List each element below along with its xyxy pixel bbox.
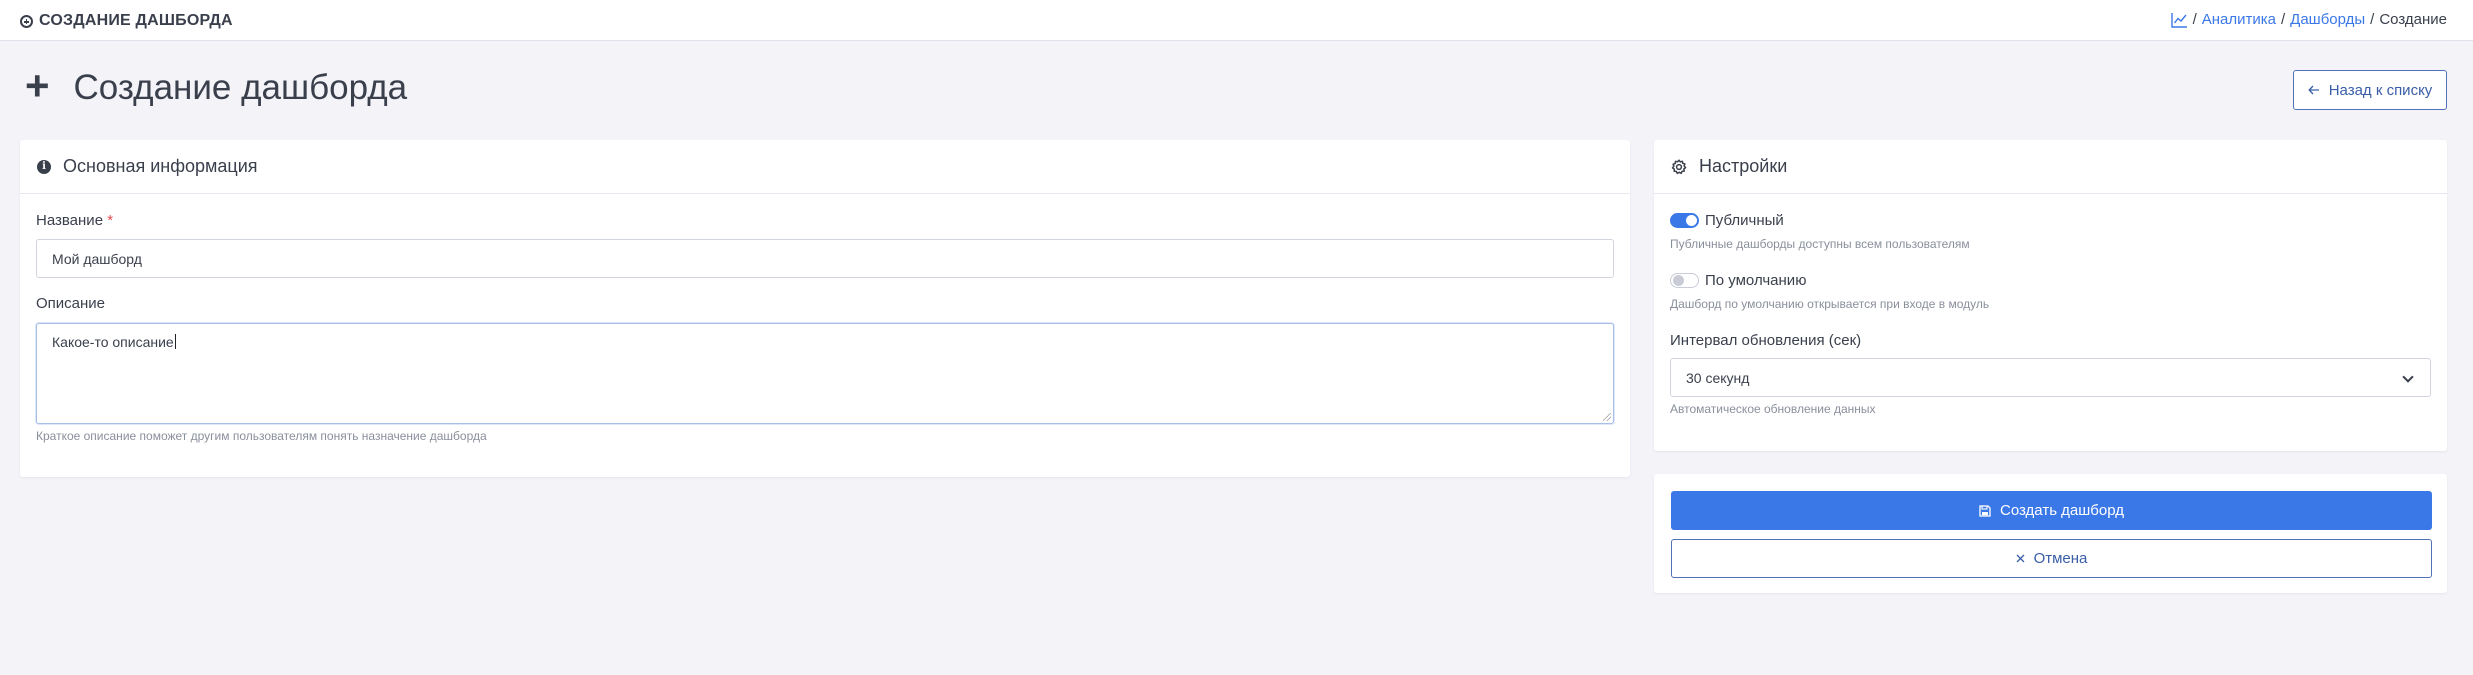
close-icon <box>2016 554 2025 563</box>
public-label: Публичный <box>1705 212 1784 229</box>
interval-label: Интервал обновления (сек) <box>1670 332 1862 349</box>
basic-info-header: i Основная информация <box>20 140 1630 194</box>
basic-info-card: i Основная информация Название * Мой даш… <box>20 140 1630 477</box>
resize-handle[interactable] <box>1603 413 1611 421</box>
basic-info-title: Основная информация <box>63 156 258 176</box>
toggle-knob <box>1673 275 1684 286</box>
description-label: Описание <box>36 295 106 312</box>
interval-select-value: 30 секунд <box>1686 369 1750 386</box>
required-mark: * <box>107 212 114 229</box>
breadcrumb-separator: / <box>2192 11 2197 28</box>
breadcrumb-link-analytics[interactable]: Аналитика <box>2202 11 2276 28</box>
save-icon <box>1979 504 1991 517</box>
chart-line-icon[interactable] <box>2170 12 2188 28</box>
text-caret <box>174 334 176 349</box>
cancel-button[interactable]: Отмена <box>1671 539 2432 578</box>
description-help: Краткое описание поможет другим пользова… <box>36 429 487 443</box>
interval-help: Автоматическое обновление данных <box>1670 402 1876 416</box>
public-help: Публичные дашборды доступны всем пользов… <box>1670 237 1970 251</box>
cancel-button-label: Отмена <box>2033 550 2088 567</box>
page-title: Создание дашборда <box>73 68 408 107</box>
toggle-knob <box>1686 215 1697 226</box>
name-label-text: Название <box>36 212 104 229</box>
name-input[interactable]: Мой дашборд <box>36 239 1614 278</box>
settings-card: Настройки Публичный Публичные дашборды д… <box>1654 140 2447 451</box>
interval-select[interactable]: 30 секунд <box>1670 358 2431 397</box>
info-icon: i <box>37 159 51 174</box>
description-textarea[interactable]: Какое-то описание <box>36 323 1614 424</box>
name-input-value: Мой дашборд <box>52 250 142 267</box>
default-help: Дашборд по умолчанию открывается при вхо… <box>1670 297 1990 311</box>
default-label: По умолчанию <box>1705 272 1807 289</box>
name-label: Название * <box>36 212 113 229</box>
gear-icon <box>1671 158 1687 174</box>
settings-header: Настройки <box>1654 140 2447 194</box>
create-button-label: Создать дашборд <box>2000 502 2124 519</box>
back-to-list-button[interactable]: Назад к списку <box>2293 70 2447 110</box>
default-toggle[interactable] <box>1670 273 1699 288</box>
description-value: Какое-то описание <box>52 334 174 350</box>
breadcrumb-separator: / <box>2281 11 2286 28</box>
top-bar: СОЗДАНИЕ ДАШБОРДА / Аналитика / Дашборды… <box>0 0 2473 41</box>
create-dashboard-button[interactable]: Создать дашборд <box>1671 491 2432 530</box>
topbar-title-text: СОЗДАНИЕ ДАШБОРДА <box>39 12 233 29</box>
breadcrumb: / Аналитика / Дашборды / Создание <box>2170 11 2447 28</box>
breadcrumb-current: Создание <box>2379 11 2447 28</box>
back-button-label: Назад к списку <box>2328 81 2433 99</box>
arrow-left-icon <box>2307 85 2319 95</box>
page-header: + Создание дашборда <box>25 62 408 110</box>
chevron-down-icon <box>2402 371 2414 383</box>
circle-plus-icon <box>20 14 33 28</box>
settings-title: Настройки <box>1699 156 1788 176</box>
breadcrumb-separator: / <box>2370 11 2375 28</box>
plus-icon: + <box>25 62 50 109</box>
breadcrumb-link-dashboards[interactable]: Дашборды <box>2290 11 2365 28</box>
topbar-title: СОЗДАНИЕ ДАШБОРДА <box>20 12 233 30</box>
public-toggle[interactable] <box>1670 213 1699 228</box>
